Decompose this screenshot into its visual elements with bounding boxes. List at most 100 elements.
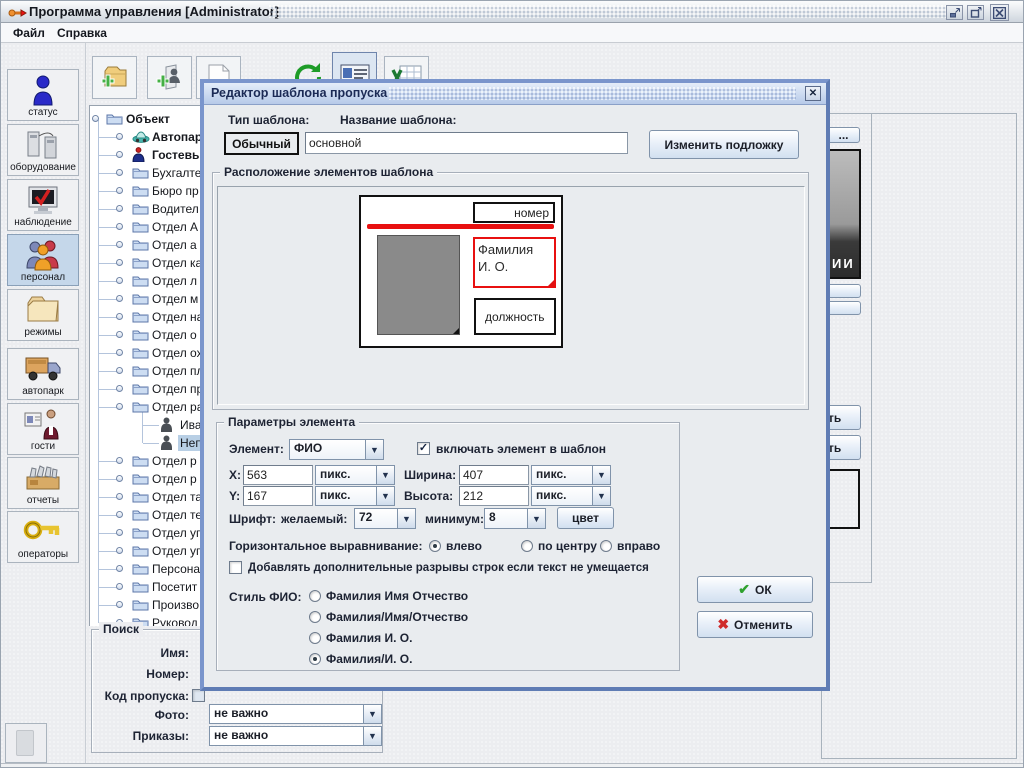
fio-style-radio-label[interactable]: Фамилия/И. О. xyxy=(326,652,412,666)
tree-node[interactable]: Отдел л xyxy=(90,272,200,290)
y-input[interactable] xyxy=(243,486,313,506)
position-element[interactable]: должность xyxy=(474,298,556,335)
tree-node[interactable]: Автопар xyxy=(90,128,200,146)
x-input[interactable] xyxy=(243,465,313,485)
tree-expand-handle[interactable] xyxy=(92,115,99,122)
add-person-button[interactable] xyxy=(147,56,192,99)
tree-node-label[interactable]: Отдел ка xyxy=(150,255,200,271)
sidebar-item-personnel[interactable]: персонал xyxy=(7,234,79,286)
tree-node[interactable]: Отдел ох xyxy=(90,344,200,362)
tree-expand-handle[interactable] xyxy=(116,133,123,140)
extra-linebreaks-checkbox[interactable] xyxy=(229,561,242,574)
tree-expand-handle[interactable] xyxy=(116,511,123,518)
include-element-checkbox[interactable]: ✓ xyxy=(417,442,430,455)
font-desired-select[interactable]: 72▼ xyxy=(354,508,416,529)
tree-expand-handle[interactable] xyxy=(116,313,123,320)
chevron-down-icon[interactable]: ▼ xyxy=(376,466,394,484)
tree-node-label[interactable]: Автопар xyxy=(150,129,200,145)
tree-node[interactable]: Отдел а xyxy=(90,236,200,254)
tree-node-label[interactable]: Отдел р xyxy=(150,471,199,487)
template-name-input[interactable] xyxy=(305,132,628,154)
align-radio-1[interactable] xyxy=(521,540,533,552)
tree-node-label[interactable]: Посетит xyxy=(150,579,199,595)
tree-node-label[interactable]: Иван xyxy=(178,417,200,433)
tree-expand-handle[interactable] xyxy=(116,259,123,266)
chevron-down-icon[interactable]: ▼ xyxy=(397,509,415,528)
tree-expand-handle[interactable] xyxy=(116,457,123,464)
tree-node[interactable]: Водител xyxy=(90,200,200,218)
tree-node[interactable]: Объект xyxy=(90,110,200,128)
tree-node-label[interactable]: Отдел А xyxy=(150,219,200,235)
fio-style-radio-3[interactable] xyxy=(309,653,321,665)
tree-node[interactable]: Отдел А xyxy=(90,218,200,236)
tree-expand-handle[interactable] xyxy=(116,601,123,608)
tree-node[interactable]: Отдел уп xyxy=(90,542,200,560)
resize-handle[interactable] xyxy=(548,280,554,286)
photo-action-button-2[interactable] xyxy=(827,301,861,315)
resize-handle[interactable] xyxy=(453,328,459,334)
tree-node-label[interactable]: Непо xyxy=(178,435,200,451)
font-min-select[interactable]: 8▼ xyxy=(484,508,546,529)
align-radio-label[interactable]: вправо xyxy=(617,539,660,553)
ok-button[interactable]: ✔ ОК xyxy=(697,576,813,603)
tree-node[interactable]: Произво xyxy=(90,596,200,614)
tree-node-label[interactable]: Персона xyxy=(150,561,200,577)
tree-node-label[interactable]: Объект xyxy=(124,111,172,127)
tree-node-label[interactable]: Отдел л xyxy=(150,273,199,289)
tree-node-label[interactable]: Гостевь xyxy=(150,147,200,163)
restore-button[interactable] xyxy=(967,5,984,20)
sidebar-item-equipment[interactable]: оборудование xyxy=(7,124,79,176)
chevron-down-icon[interactable]: ▼ xyxy=(592,466,610,484)
tree-expand-handle[interactable] xyxy=(116,169,123,176)
tree-node[interactable]: Посетит xyxy=(90,578,200,596)
tree-expand-handle[interactable] xyxy=(116,205,123,212)
tree-node-label[interactable]: Отдел о xyxy=(150,327,199,343)
sidebar-item-guests[interactable]: гости xyxy=(7,403,79,455)
tree-expand-handle[interactable] xyxy=(116,367,123,374)
chevron-down-icon[interactable]: ▼ xyxy=(363,727,381,745)
tree-expand-handle[interactable] xyxy=(116,151,123,158)
tree-expand-handle[interactable] xyxy=(116,241,123,248)
red-stripe-element[interactable] xyxy=(367,224,554,229)
sidebar-item-operators[interactable]: операторы xyxy=(7,511,79,563)
search-orders-select[interactable]: не важно ▼ xyxy=(209,726,382,746)
element-select[interactable]: ФИО ▼ xyxy=(289,439,384,460)
tree-node-label[interactable]: Водител xyxy=(150,201,200,217)
tree-expand-handle[interactable] xyxy=(116,583,123,590)
tree-node-label[interactable]: Руковод xyxy=(150,615,200,626)
tree-node[interactable]: Гостевь xyxy=(90,146,200,164)
align-radio-label[interactable]: по центру xyxy=(538,539,597,553)
menu-file[interactable]: Файл xyxy=(9,25,49,41)
tree-node[interactable]: Отдел те xyxy=(90,506,200,524)
tree-node-label[interactable]: Отдел ра xyxy=(150,399,200,415)
fio-style-radio-label[interactable]: Фамилия И. О. xyxy=(326,631,412,645)
tree-node-label[interactable]: Бюро пр xyxy=(150,183,200,199)
tree-node[interactable]: Отдел пл xyxy=(90,362,200,380)
tree-node-label[interactable]: Отдел те xyxy=(150,507,200,523)
tree-expand-handle[interactable] xyxy=(116,547,123,554)
tree-node-label[interactable]: Отдел та xyxy=(150,489,200,505)
tree-node-label[interactable]: Отдел р xyxy=(150,453,199,469)
fio-style-radio-2[interactable] xyxy=(309,632,321,644)
tree-expand-handle[interactable] xyxy=(116,385,123,392)
tree-node[interactable]: Отдел о xyxy=(90,326,200,344)
y-units-select[interactable]: пикс.▼ xyxy=(315,486,395,506)
align-radio-label[interactable]: влево xyxy=(446,539,482,553)
add-department-button[interactable] xyxy=(92,56,137,99)
chevron-down-icon[interactable]: ▼ xyxy=(376,487,394,505)
chevron-down-icon[interactable]: ▼ xyxy=(527,509,545,528)
fio-style-radio-1[interactable] xyxy=(309,611,321,623)
tree-node-label[interactable]: Отдел на xyxy=(150,309,200,325)
width-input[interactable] xyxy=(459,465,529,485)
color-button[interactable]: цвет xyxy=(557,507,614,529)
tree-node[interactable]: Отдел та xyxy=(90,488,200,506)
sidebar-item-fleet[interactable]: автопарк xyxy=(7,348,79,400)
chevron-down-icon[interactable]: ▼ xyxy=(363,705,381,723)
search-photo-select[interactable]: не важно ▼ xyxy=(209,704,382,724)
tree-node-label[interactable]: Отдел а xyxy=(150,237,199,253)
tree-node[interactable]: Отдел ра xyxy=(90,398,200,416)
tree-expand-handle[interactable] xyxy=(116,295,123,302)
close-button[interactable] xyxy=(990,4,1009,21)
tree-node-label[interactable]: Отдел пл xyxy=(150,363,200,379)
tree-node-label[interactable]: Отдел ох xyxy=(150,345,200,361)
